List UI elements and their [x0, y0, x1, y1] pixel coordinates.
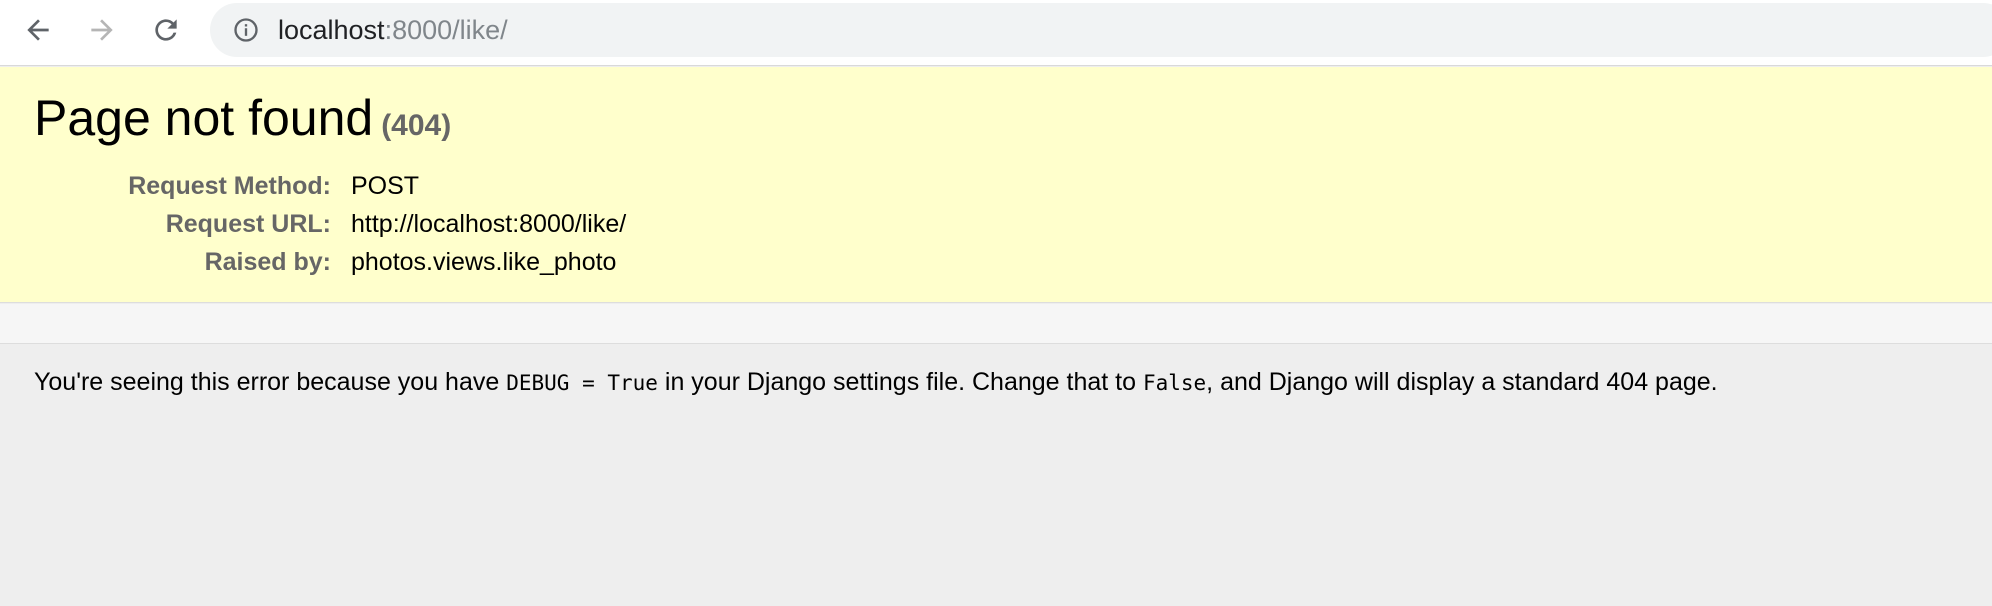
explanation-text-1: You're seeing this error because you hav…: [34, 368, 507, 396]
address-bar[interactable]: localhost:8000/like/: [210, 3, 1992, 57]
forward-button[interactable]: [82, 10, 122, 50]
raised-by-value: photos.views.like_photo: [351, 247, 617, 276]
explanation-text-2: in your Django settings file. Change tha…: [657, 368, 1143, 396]
back-arrow-icon: [27, 19, 49, 41]
error-title: Page not found: [34, 90, 374, 146]
explanation-text-3: , and Django will display a standard 404…: [1206, 368, 1718, 396]
table-row: Raised by: photos.views.like_photo: [0, 243, 626, 281]
request-method-value: POST: [351, 171, 420, 200]
request-url-value: http://localhost:8000/like/: [351, 209, 627, 238]
forward-arrow-icon: [91, 19, 113, 41]
reload-icon: [155, 19, 177, 41]
address-url[interactable]: localhost:8000/like/: [278, 15, 508, 45]
browser-toolbar: localhost:8000/like/: [0, 0, 1992, 66]
url-path: :8000/like/: [384, 15, 508, 45]
back-button[interactable]: [18, 10, 58, 50]
table-row: Request URL: http://localhost:8000/like/: [0, 205, 626, 243]
request-info-table: Request Method: POST Request URL: http:/…: [0, 167, 626, 281]
reload-button[interactable]: [146, 10, 186, 50]
request-method-label: Request Method:: [128, 171, 331, 200]
section-divider: [0, 304, 1992, 344]
status-code: (404): [381, 109, 452, 142]
debug-setting-code: DEBUG = True: [506, 371, 658, 395]
debug-explanation: You're seeing this error because you hav…: [34, 364, 1718, 401]
raised-by-label: Raised by:: [204, 247, 331, 276]
error-summary: Page not found (404) Request Method: POST…: [0, 67, 1992, 303]
table-row: Request Method: POST: [0, 167, 626, 205]
request-url-label: Request URL:: [165, 209, 331, 238]
url-host: localhost: [278, 15, 385, 45]
page-title: Page not found (404): [34, 89, 451, 147]
info-icon[interactable]: [232, 16, 260, 44]
false-value-code: False: [1142, 371, 1207, 395]
